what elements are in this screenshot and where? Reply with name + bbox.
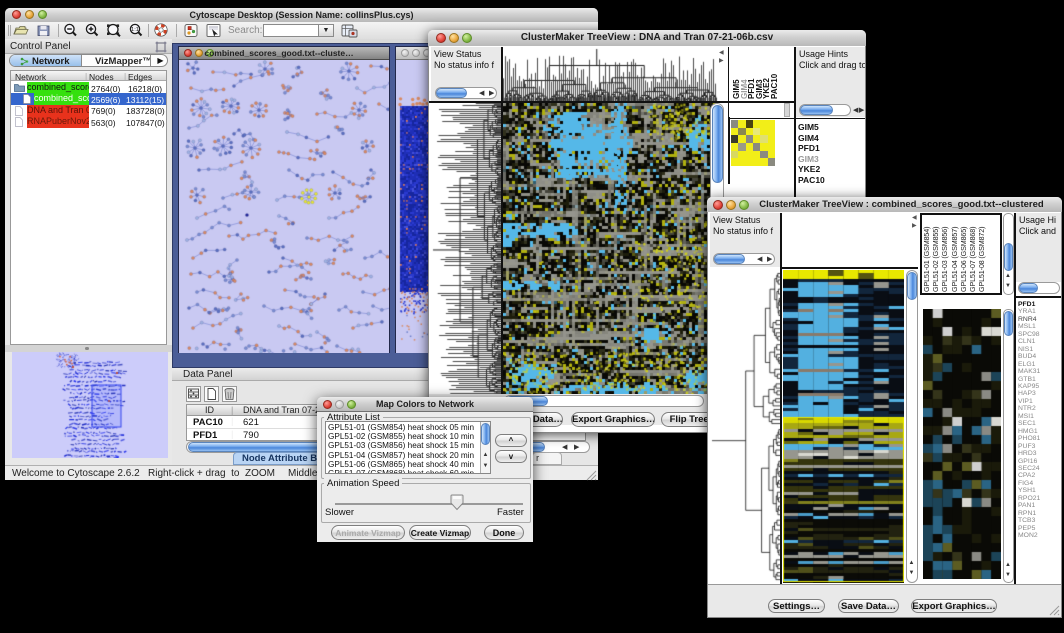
svg-text:1:1: 1:1	[131, 27, 139, 33]
